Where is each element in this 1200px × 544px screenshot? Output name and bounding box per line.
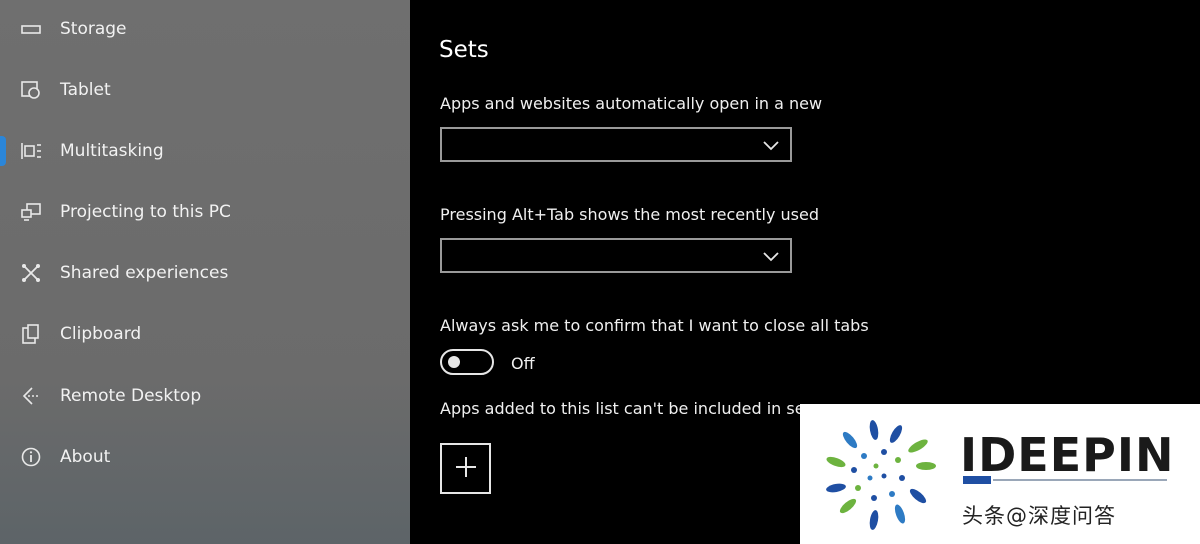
sidebar-item-remote-desktop[interactable]: Remote Desktop [0,374,410,418]
clipboard-icon [20,323,42,345]
sidebar-item-label: About [60,447,111,467]
page-title: Sets [439,37,489,63]
shared-experiences-icon [20,262,42,284]
multitasking-icon [20,140,42,162]
toggle-knob [448,356,460,368]
watermark: IDEEPIN 头条@深度问答 [800,404,1200,544]
sidebar-item-tablet[interactable]: Tablet [0,68,410,112]
add-app-button[interactable] [440,443,491,494]
alt-tab-dropdown[interactable] [440,238,792,273]
settings-sidebar: Storage Tablet Multitasking Projecting t… [0,0,410,544]
plus-icon [454,455,478,483]
projecting-icon [20,201,42,223]
sidebar-item-label: Projecting to this PC [60,202,231,222]
sidebar-item-label: Remote Desktop [60,386,202,406]
sidebar-item-label: Multitasking [60,141,164,161]
toggle-state-label: Off [511,354,535,373]
watermark-caption: 头条@深度问答 [962,504,1116,528]
confirm-close-tabs-label: Always ask me to confirm that I want to … [440,316,869,335]
sidebar-item-multitasking[interactable]: Multitasking [0,129,410,173]
chevron-down-icon [762,248,780,267]
watermark-brand: IDEEPIN [960,428,1175,482]
tabs-open-label: Apps and websites automatically open in … [440,94,823,113]
sidebar-item-clipboard[interactable]: Clipboard [0,312,410,356]
sidebar-item-label: Shared experiences [60,263,229,283]
tablet-icon [20,79,42,101]
sidebar-item-label: Storage [60,19,127,39]
alt-tab-label: Pressing Alt+Tab shows the most recently… [440,205,819,224]
excluded-apps-label: Apps added to this list can't be include… [440,399,805,418]
chevron-down-icon [762,137,780,156]
info-icon [20,446,42,468]
sidebar-item-shared-experiences[interactable]: Shared experiences [0,251,410,295]
confirm-close-tabs-toggle[interactable] [440,349,494,375]
sidebar-item-label: Clipboard [60,324,142,344]
remote-desktop-icon [20,385,42,407]
sidebar-item-label: Tablet [60,80,111,100]
sidebar-item-projecting[interactable]: Projecting to this PC [0,190,410,234]
storage-icon [20,18,42,40]
tabs-open-dropdown[interactable] [440,127,792,162]
sidebar-item-storage[interactable]: Storage [0,7,410,51]
sidebar-item-about[interactable]: About [0,435,410,479]
